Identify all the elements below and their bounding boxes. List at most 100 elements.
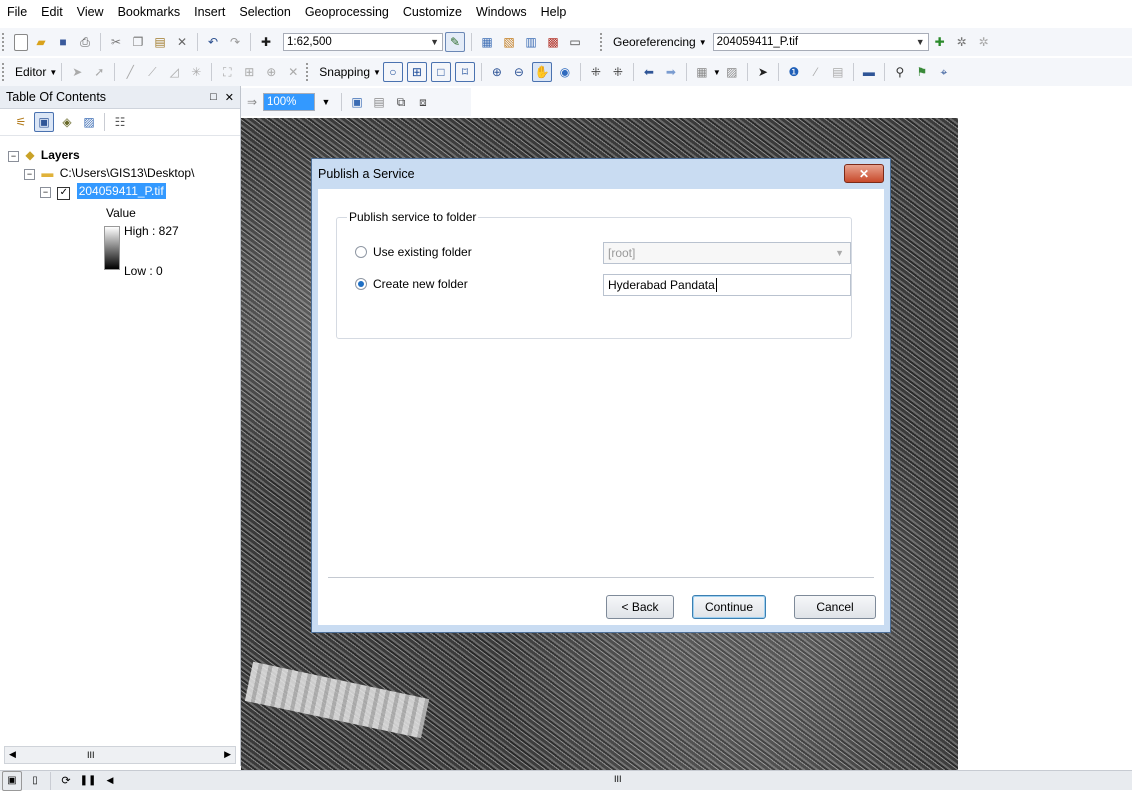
python-window-icon[interactable]: ▭ — [566, 33, 584, 51]
visibility-checkbox[interactable]: ✓ — [57, 187, 71, 200]
new-folder-name-input[interactable]: Hyderabad Pandata — [603, 274, 851, 296]
find-route-icon[interactable]: ⚑ — [913, 63, 931, 81]
raster-layer-label[interactable]: 204059411_P.tif — [76, 183, 166, 199]
cut-icon[interactable]: ✂ — [107, 33, 125, 51]
rotate-icon[interactable]: ✕ — [284, 63, 302, 81]
collapse-icon[interactable]: − — [24, 169, 35, 180]
undo-icon[interactable]: ↶ — [204, 33, 222, 51]
back-button[interactable]: < Back — [606, 595, 674, 619]
use-existing-folder-radio[interactable] — [355, 246, 367, 258]
back-extent-icon[interactable]: ⬅ — [640, 63, 658, 81]
redo-icon[interactable]: ↷ — [226, 33, 244, 51]
menu-view[interactable]: View — [70, 5, 111, 19]
fixed-zoom-in-icon[interactable]: ⁜ — [587, 63, 605, 81]
scroll-thumb[interactable]: III — [87, 750, 95, 760]
continue-button[interactable]: Continue — [692, 595, 766, 619]
catalog-icon[interactable]: ▧ — [500, 33, 518, 51]
search-window-icon[interactable]: ▥ — [522, 33, 540, 51]
html-popup-icon[interactable]: ▤ — [829, 63, 847, 81]
list-by-selection-icon[interactable]: ▨ — [80, 113, 98, 131]
print-icon[interactable]: ⎙ — [76, 33, 94, 51]
zoom-in-icon[interactable]: ⊕ — [488, 63, 506, 81]
forward-extent-icon[interactable]: ➡ — [662, 63, 680, 81]
select-features-icon[interactable]: ▦ — [693, 63, 711, 81]
identify-icon[interactable]: ❶ — [785, 63, 803, 81]
scroll-left-icon[interactable]: ◀ — [101, 772, 119, 790]
zoom-out-icon[interactable]: ⊖ — [510, 63, 528, 81]
toggle-draft-mode-icon[interactable]: ▣ — [348, 93, 366, 111]
chevron-down-icon[interactable]: ▼ — [713, 68, 721, 77]
folder-node[interactable]: − ▬ C:\Users\GIS13\Desktop\ — [24, 166, 194, 180]
auto-registration-icon[interactable]: ✲ — [953, 33, 971, 51]
edit-tool-icon[interactable]: ➤ — [68, 63, 86, 81]
chevron-down-icon[interactable]: ▼ — [373, 68, 381, 77]
fixed-zoom-out-icon[interactable]: ⁜ — [609, 63, 627, 81]
scroll-left-icon[interactable]: ◀ — [9, 749, 16, 760]
view-link-table-icon[interactable]: ✲ — [975, 33, 993, 51]
menu-help[interactable]: Help — [534, 5, 574, 19]
select-elements-icon[interactable]: ➤ — [754, 63, 772, 81]
pin-icon[interactable]: □ — [210, 91, 217, 103]
use-existing-folder-label[interactable]: Use existing folder — [373, 245, 472, 259]
fixed-zoom-layout-icon[interactable]: ⇒ — [243, 93, 261, 111]
reshape-icon[interactable]: ⊞ — [240, 63, 258, 81]
pan-icon[interactable]: ✋ — [531, 62, 552, 82]
full-extent-icon[interactable]: ◉ — [556, 63, 574, 81]
create-new-folder-label[interactable]: Create new folder — [373, 277, 468, 291]
list-by-source-icon[interactable]: ▣ — [34, 112, 54, 132]
vertex-snapping-icon[interactable]: □ — [430, 62, 451, 82]
toolbar-grip[interactable] — [306, 63, 312, 81]
georeferencing-menu[interactable]: Georeferencing — [610, 35, 699, 49]
delete-icon[interactable]: ✕ — [173, 33, 191, 51]
focus-data-frame-icon[interactable]: ▤ — [370, 93, 388, 111]
construct-icon[interactable]: ◿ — [165, 63, 183, 81]
data-driven-pages-icon[interactable]: ⧈ — [414, 93, 432, 111]
horizontal-scrollbar[interactable]: ◀ III ▶ — [4, 746, 236, 764]
edge-snapping-icon[interactable]: ⌑ — [454, 62, 475, 82]
toolbar-grip[interactable] — [2, 63, 8, 81]
clear-selection-icon[interactable]: ▨ — [723, 63, 741, 81]
menu-file[interactable]: File — [0, 5, 34, 19]
editor-menu[interactable]: Editor — [12, 65, 49, 79]
georeference-layer-combo[interactable]: 204059411_P.tif ▼ — [712, 33, 929, 51]
menu-edit[interactable]: Edit — [34, 5, 70, 19]
save-icon[interactable]: ■ — [54, 33, 72, 51]
editor-toolbar-icon[interactable]: ✎ — [445, 32, 465, 52]
straight-segment-icon[interactable]: ╱ — [121, 63, 139, 81]
change-layout-icon[interactable]: ⧉ — [392, 93, 410, 111]
toolbar-grip[interactable] — [600, 33, 606, 51]
open-folder-icon[interactable]: ▰ — [32, 33, 50, 51]
layout-zoom-combo[interactable]: 100% — [263, 93, 315, 111]
chevron-down-icon[interactable]: ▼ — [317, 93, 335, 111]
cut-polygons-icon[interactable]: ⊕ — [262, 63, 280, 81]
table-of-contents-icon[interactable]: ▦ — [478, 33, 496, 51]
refresh-icon[interactable]: ⟳ — [57, 772, 75, 790]
menu-customize[interactable]: Customize — [396, 5, 469, 19]
close-icon[interactable]: ✕ — [225, 91, 234, 104]
dialog-titlebar[interactable]: Publish a Service — [312, 159, 890, 189]
collapse-icon[interactable]: − — [40, 187, 51, 198]
trace-icon[interactable]: ⟋ — [143, 63, 161, 81]
menu-windows[interactable]: Windows — [469, 5, 534, 19]
menu-insert[interactable]: Insert — [187, 5, 232, 19]
chevron-down-icon[interactable]: ▼ — [916, 37, 925, 47]
measure-icon[interactable]: ▬ — [860, 63, 878, 81]
chevron-down-icon[interactable]: ▼ — [430, 37, 439, 47]
toolbar-grip[interactable] — [2, 33, 8, 51]
snapping-menu[interactable]: Snapping — [316, 65, 373, 79]
menu-selection[interactable]: Selection — [232, 5, 297, 19]
dialog-close-button[interactable]: ✕ — [844, 164, 884, 183]
new-document-icon[interactable] — [14, 33, 28, 51]
raster-layer-node[interactable]: − ✓ 204059411_P.tif — [40, 183, 166, 200]
pause-drawing-icon[interactable]: ❚❚ — [79, 772, 97, 790]
edit-vertices-icon[interactable]: ⛶ — [218, 63, 236, 81]
find-icon[interactable]: ⚲ — [891, 63, 909, 81]
point-snapping-icon[interactable]: ○ — [382, 62, 403, 82]
create-new-folder-radio[interactable] — [355, 278, 367, 290]
hyperlink-icon[interactable]: ⁄ — [807, 63, 825, 81]
scroll-right-icon[interactable]: ▶ — [224, 749, 231, 760]
edit-annotation-icon[interactable]: ➚ — [90, 63, 108, 81]
add-data-icon[interactable]: ✚ — [257, 33, 275, 51]
map-scroll-thumb[interactable]: III — [614, 774, 622, 784]
list-by-visibility-icon[interactable]: ◈ — [58, 113, 76, 131]
